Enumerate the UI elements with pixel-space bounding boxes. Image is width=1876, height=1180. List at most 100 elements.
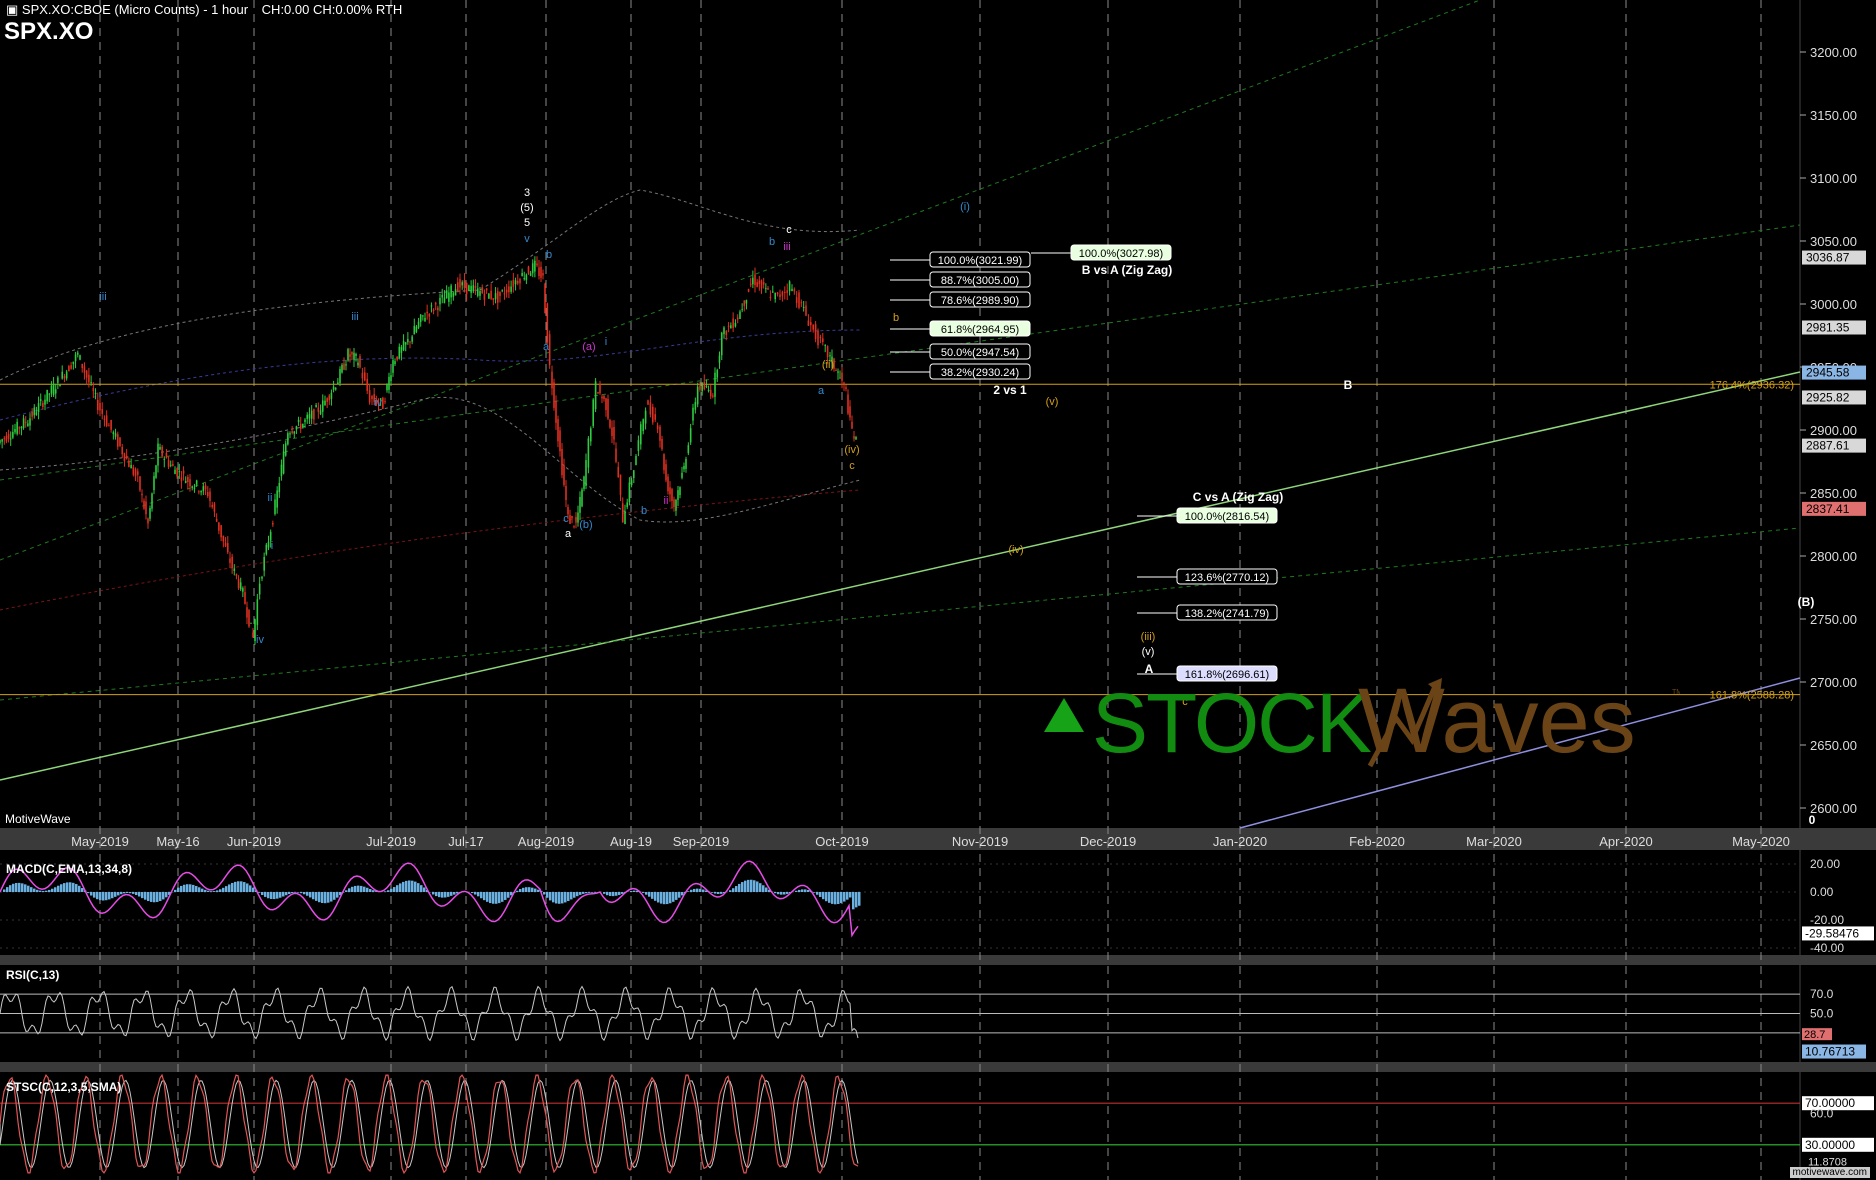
candle-body	[313, 409, 315, 420]
candle-body	[7, 433, 10, 439]
candle-body	[579, 496, 581, 513]
macd-histogram-bar	[666, 892, 669, 905]
candle-body	[505, 289, 508, 293]
macd-histogram-bar	[804, 889, 807, 892]
macd-histogram-bar	[405, 880, 408, 892]
macd-histogram-bar	[756, 881, 759, 892]
candle-body	[510, 286, 512, 292]
macd-histogram-bar	[387, 890, 390, 892]
candle-body	[291, 431, 293, 434]
macd-histogram-bar	[849, 892, 852, 898]
collapse-icon[interactable]: ▣	[6, 2, 18, 17]
macd-histogram-bar	[135, 892, 138, 896]
candle-body	[239, 582, 242, 590]
candle-body	[256, 599, 259, 625]
macd-histogram-bar	[483, 892, 486, 901]
macd-histogram-bar	[516, 890, 519, 892]
wave-label: (iv)	[1008, 544, 1023, 556]
wave-label: c	[786, 224, 792, 236]
macd-histogram-bar	[285, 892, 288, 896]
candle-body	[371, 395, 373, 400]
wave-label: i	[271, 540, 273, 552]
candle-body	[339, 368, 341, 384]
candle-body	[718, 355, 721, 363]
candle-body	[306, 414, 309, 419]
candle-body	[628, 482, 631, 502]
candle-body	[851, 421, 853, 429]
y-tick-label: 2900.00	[1810, 423, 1857, 438]
macd-histogram-bar	[858, 892, 861, 906]
macd-histogram-bar	[336, 892, 339, 898]
candle-body	[675, 499, 677, 511]
x-tick-label: Oct-2019	[815, 834, 868, 849]
macd-histogram-bar	[315, 892, 318, 901]
candle-body	[760, 280, 763, 289]
candle-body	[174, 469, 176, 475]
candle-body	[516, 280, 519, 284]
macd-histogram-bar	[297, 892, 300, 893]
candle-body	[404, 342, 407, 345]
macd-histogram-bar	[162, 892, 165, 900]
macd-histogram-bar	[21, 883, 24, 892]
candle-body	[147, 518, 149, 524]
macd-histogram-bar	[501, 892, 504, 902]
macd-last-value: -29.58476	[1805, 926, 1859, 940]
candle-body	[258, 583, 261, 595]
candle-body	[382, 397, 384, 409]
macd-histogram-bar	[615, 892, 618, 896]
candle-body	[265, 544, 268, 555]
macd-histogram-bar	[846, 892, 849, 900]
candle-body	[293, 431, 296, 434]
annotation-label: 2 vs 1	[993, 383, 1027, 397]
candle-body	[341, 364, 343, 373]
macd-histogram-bar	[780, 892, 783, 895]
wave-label: ii	[664, 495, 669, 507]
macd-histogram-bar	[279, 892, 282, 898]
x-tick-label: Aug-19	[610, 834, 652, 849]
macd-histogram-bar	[249, 885, 252, 892]
candle-body	[246, 607, 248, 618]
macd-histogram-bar	[54, 887, 57, 892]
candle-body	[626, 502, 628, 508]
candle-body	[529, 273, 532, 276]
candle-body	[123, 453, 126, 462]
macd-histogram-bar	[588, 892, 591, 893]
candle-body	[687, 445, 690, 454]
candle-body	[18, 427, 21, 429]
y-tick-label: 2850.00	[1810, 486, 1857, 501]
candle-body	[116, 434, 119, 447]
candle-body	[454, 289, 457, 296]
candle-body	[343, 363, 345, 370]
macd-histogram-bar	[129, 892, 132, 894]
wave-label: c	[563, 513, 569, 525]
candle-body	[167, 460, 170, 467]
candle-body	[829, 355, 831, 357]
candle-body	[125, 455, 128, 459]
macd-histogram-bar	[786, 892, 789, 894]
candle-body	[105, 415, 108, 426]
candle-body	[287, 433, 289, 445]
fib-label: 61.8%(2964.95)	[941, 324, 1019, 336]
macd-histogram-bar	[834, 892, 837, 905]
macd-histogram-bar	[357, 885, 360, 892]
candle-body	[652, 406, 654, 423]
candle-body	[357, 362, 359, 366]
macd-histogram-bar	[303, 892, 306, 895]
candle-body	[437, 307, 439, 311]
macd-histogram-bar	[807, 889, 810, 892]
candle-body	[213, 503, 216, 512]
wave-label: iii	[99, 291, 106, 303]
candle-body	[99, 402, 101, 411]
macd-histogram-bar	[120, 892, 123, 895]
stsc-title: STSC(C,12,3,5,SMA)	[6, 1080, 122, 1094]
macd-histogram-bar	[699, 888, 702, 892]
rsi-last-value-1: 28.7	[1804, 1029, 1825, 1041]
candle-body	[661, 438, 663, 450]
macd-histogram-bar	[276, 892, 279, 899]
macd-histogram-bar	[411, 880, 414, 892]
candle-body	[35, 412, 38, 415]
wave-label: (v)	[1142, 646, 1155, 658]
candle-body	[328, 395, 331, 401]
candle-body	[727, 325, 730, 327]
panel-separator-0	[0, 828, 1876, 850]
